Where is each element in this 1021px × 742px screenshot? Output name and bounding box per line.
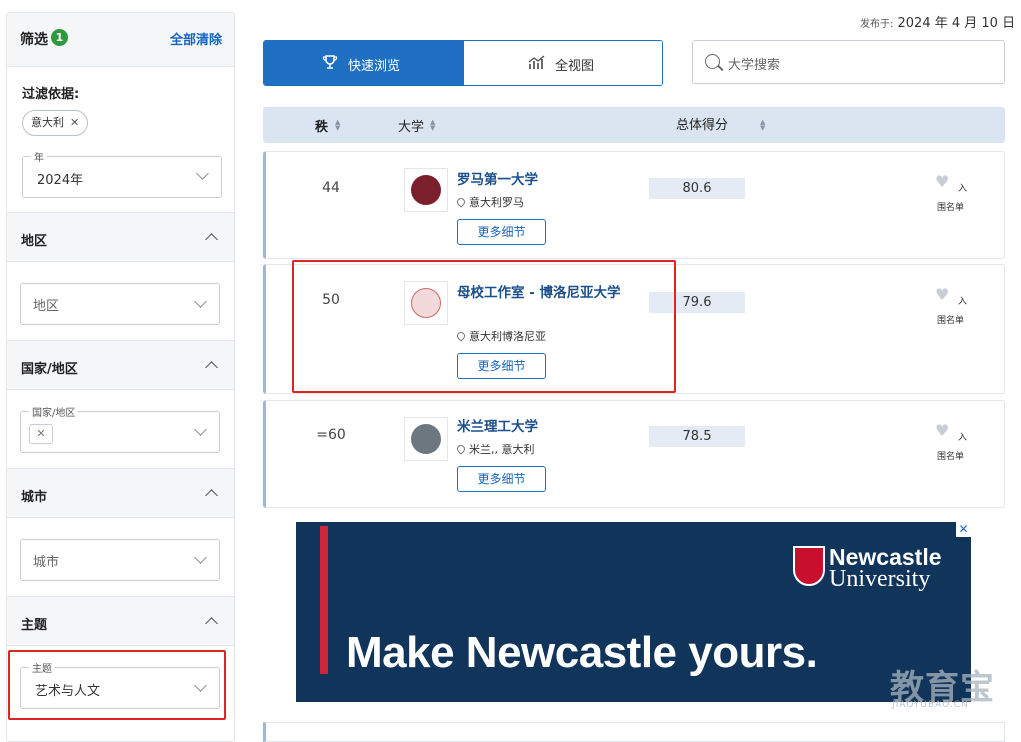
tab-quick-view[interactable]: 快速浏览: [264, 41, 464, 85]
col-score-header[interactable]: 总体得分: [676, 114, 728, 133]
subject-section-header[interactable]: 主题: [7, 596, 234, 646]
city-placeholder: 城市: [33, 555, 60, 570]
location-pin-icon: [455, 443, 467, 455]
rank-value: 44: [322, 180, 340, 196]
university-search-input[interactable]: 大学搜索: [692, 40, 1005, 84]
region-select[interactable]: 地区: [20, 283, 220, 325]
location-text: 意大利罗马: [469, 196, 524, 209]
location-text: 米兰,, 意大利: [469, 443, 535, 456]
country-legend: 国家/地区: [29, 404, 79, 419]
heart-icon[interactable]: ♥: [935, 421, 949, 440]
year-legend: 年: [31, 149, 47, 164]
shortlist-add-label: 入: [958, 433, 968, 443]
chevron-up-icon: [205, 617, 218, 630]
active-filter-chip[interactable]: 意大利 ✕: [22, 110, 89, 136]
ad-headline: Make Newcastle yours.: [346, 628, 818, 677]
newcastle-ad-banner[interactable]: ✕ Newcastle University Make Newcastle yo…: [296, 522, 971, 702]
shortlist-add-label: 入: [958, 184, 968, 194]
table-header: 秩 ▲ ▼ 大学 ▲ ▼ 总体得分 ▲ ▼: [263, 107, 1005, 143]
university-location: 意大利罗马: [455, 194, 524, 210]
chevron-down-icon: [194, 551, 207, 564]
close-icon[interactable]: ✕: [956, 522, 971, 537]
region-placeholder: 地区: [33, 299, 60, 314]
table-row: =60 米兰理工大学 米兰,, 意大利 更多细节 78.5 ♥ 入 围名单: [263, 400, 1005, 508]
chart-icon: [528, 55, 545, 69]
location-pin-icon: [455, 196, 467, 208]
tab-full-view[interactable]: 全视图: [464, 41, 662, 85]
tab-full-label: 全视图: [555, 59, 595, 74]
view-toggle: 快速浏览 全视图: [263, 40, 663, 86]
university-location: 米兰,, 意大利: [455, 441, 535, 457]
country-section-header[interactable]: 国家/地区: [7, 340, 234, 390]
published-date: 发布于: 2024 年 4 月 10 日: [860, 12, 1015, 31]
filter-header: 筛选 1 全部清除: [7, 13, 234, 67]
shortlist-label: 围名单: [937, 203, 965, 213]
year-value: 2024年: [37, 173, 84, 188]
tab-quick-label: 快速浏览: [348, 59, 401, 74]
table-row: 44 罗马第一大学 意大利罗马 更多细节 80.6 ♥ 入 围名单: [263, 151, 1005, 259]
heart-icon[interactable]: ♥: [935, 172, 949, 191]
sort-icon[interactable]: ▲ ▼: [430, 119, 435, 132]
overall-score: 80.6: [649, 178, 745, 199]
trophy-icon: [322, 55, 338, 69]
table-row: [263, 722, 1005, 742]
col-rank-header[interactable]: 秩: [315, 116, 328, 135]
chevron-up-icon: [205, 361, 218, 374]
shortlist-label: 围名单: [937, 452, 965, 462]
city-title: 城市: [21, 490, 48, 505]
university-crest-icon: [793, 546, 825, 586]
rank-value: =60: [316, 427, 346, 443]
col-university-header[interactable]: 大学: [398, 116, 424, 135]
more-details-button[interactable]: 更多细节: [457, 219, 546, 245]
year-select[interactable]: 年 2024年: [22, 149, 222, 198]
sort-icon[interactable]: ▲ ▼: [335, 119, 340, 132]
filter-sidebar: 筛选 1 全部清除 过滤依据: 意大利 ✕ 年 2024年 地区 地区 国家/地区…: [6, 12, 235, 742]
city-section-header[interactable]: 城市: [7, 468, 234, 518]
region-title: 地区: [21, 234, 48, 249]
watermark-url: JIAOYUBAO.CN: [892, 700, 969, 710]
filter-by-label: 过滤依据:: [22, 87, 80, 102]
shortlist-label: 围名单: [937, 316, 965, 326]
chip-label: 意大利: [31, 116, 64, 129]
university-name-link[interactable]: 罗马第一大学: [457, 170, 538, 190]
filter-count-badge: 1: [51, 29, 68, 46]
country-title: 国家/地区: [21, 362, 78, 377]
chevron-down-icon: [194, 295, 207, 308]
sort-icon[interactable]: ▲ ▼: [760, 119, 765, 132]
highlight-box-subject: [8, 650, 226, 720]
published-date-value: 2024 年 4 月 10 日: [897, 16, 1016, 31]
chevron-up-icon: [205, 489, 218, 502]
city-select[interactable]: 城市: [20, 539, 220, 581]
more-details-button[interactable]: 更多细节: [457, 466, 546, 492]
ad-brand-line2: University: [829, 566, 931, 592]
shortlist-add-label: 入: [958, 297, 968, 307]
ad-accent-bar: [320, 526, 328, 674]
highlight-box-row: [292, 260, 676, 393]
close-icon[interactable]: ✕: [29, 424, 53, 444]
chevron-down-icon: [196, 167, 209, 180]
filter-title: 筛选: [20, 32, 48, 48]
university-name-link[interactable]: 米兰理工大学: [457, 417, 538, 437]
published-prefix: 发布于:: [860, 19, 894, 30]
search-icon: [705, 54, 720, 69]
chevron-up-icon: [205, 233, 218, 246]
country-select[interactable]: 国家/地区 ✕: [20, 404, 220, 453]
clear-all-button[interactable]: 全部清除: [170, 29, 222, 48]
subject-title: 主题: [21, 618, 48, 633]
university-logo: [404, 168, 448, 212]
search-placeholder: 大学搜索: [728, 58, 781, 73]
overall-score: 78.5: [649, 426, 745, 447]
region-section-header[interactable]: 地区: [7, 212, 234, 262]
close-icon[interactable]: ✕: [70, 116, 79, 129]
chevron-down-icon: [194, 423, 207, 436]
university-logo: [404, 417, 448, 461]
heart-icon[interactable]: ♥: [935, 285, 949, 304]
